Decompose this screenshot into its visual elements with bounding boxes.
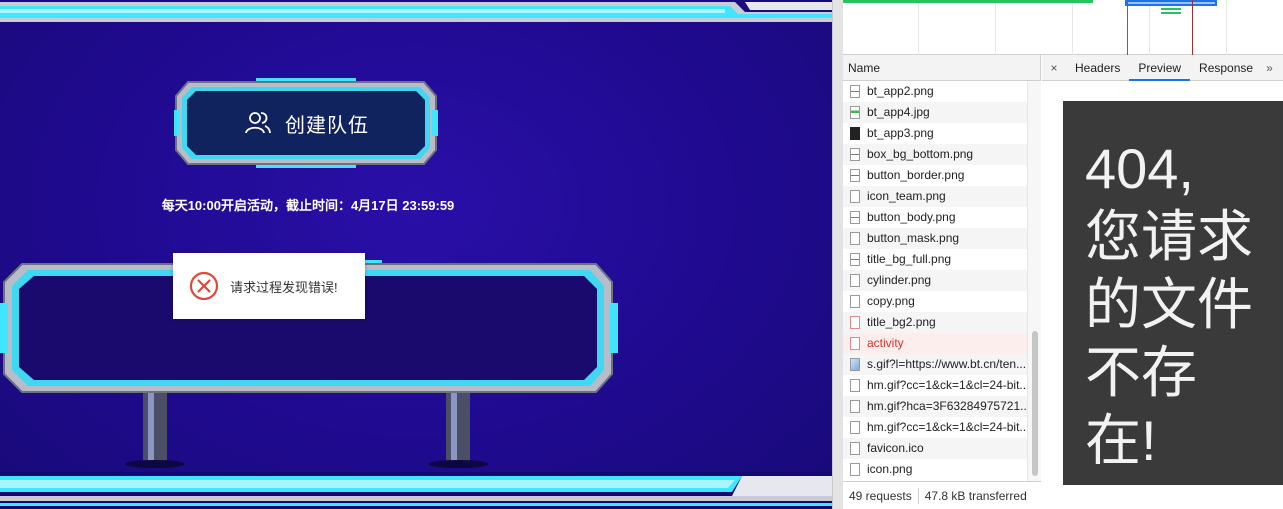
error-circle-icon bbox=[189, 271, 219, 301]
file-icon bbox=[850, 379, 860, 392]
devtools-panel: Name bt_app2.png bt_app4.jpg bt_app3.pngbo… bbox=[843, 0, 1283, 509]
request-row[interactable]: button_body.png bbox=[843, 207, 1027, 228]
request-name-column: Name bt_app2.png bt_app4.jpg bt_app3.pngbo… bbox=[843, 55, 1041, 509]
activity-time-text: 每天10:00开启活动，截止时间：4月17日 23:59:59 bbox=[161, 198, 455, 213]
timeline-gridline bbox=[918, 0, 919, 55]
dom-content-loaded-line bbox=[1127, 0, 1128, 55]
tab-preview[interactable]: Preview bbox=[1129, 55, 1191, 81]
request-row[interactable]: hm.gif?cc=1&ck=1&cl=24-bit... bbox=[843, 375, 1027, 396]
request-list-scrollbar[interactable] bbox=[1027, 81, 1041, 481]
request-row[interactable]: button_mask.png bbox=[843, 228, 1027, 249]
create-team-label: 创建队伍 bbox=[285, 114, 369, 137]
timeline-tick bbox=[1161, 12, 1181, 14]
file-icon bbox=[850, 253, 860, 266]
request-name: cylinder.png bbox=[867, 273, 932, 287]
error-toast: 请求过程发现错误! bbox=[173, 253, 365, 319]
file-icon bbox=[850, 85, 860, 98]
request-row[interactable]: cylinder.png bbox=[843, 270, 1027, 291]
network-status-bar: 49 requests 47.8 kB transferred bbox=[843, 481, 1041, 509]
request-name: activity bbox=[867, 336, 904, 350]
timeline-tick bbox=[1161, 8, 1181, 10]
detail-tabs: × Headers Preview Response » bbox=[1042, 55, 1283, 81]
tab-headers[interactable]: Headers bbox=[1066, 55, 1129, 81]
request-row[interactable]: icon_team.png bbox=[843, 186, 1027, 207]
request-name: hm.gif?cc=1&ck=1&cl=24-bit... bbox=[867, 378, 1027, 392]
preview-content: 404, 您请求的文件不存在! bbox=[1063, 101, 1283, 485]
request-row[interactable]: icon.png bbox=[843, 459, 1027, 480]
request-row[interactable]: copy.png bbox=[843, 291, 1027, 312]
tab-response[interactable]: Response bbox=[1190, 55, 1262, 81]
preview-text: 404, 您请求的文件不存在! bbox=[1085, 137, 1253, 472]
request-row[interactable]: hm.gif?cc=1&ck=1&cl=24-bit... bbox=[843, 417, 1027, 438]
request-row[interactable]: bt_app4.jpg bbox=[843, 102, 1027, 123]
error-toast-message: 请求过程发现错误! bbox=[230, 279, 338, 295]
file-icon bbox=[850, 337, 860, 350]
more-tabs-icon[interactable]: » bbox=[1262, 61, 1273, 75]
load-event-line bbox=[1192, 0, 1193, 55]
file-icon bbox=[850, 148, 860, 161]
file-icon bbox=[850, 421, 860, 434]
file-icon bbox=[850, 463, 860, 476]
request-name: icon_team.png bbox=[867, 189, 946, 203]
request-row[interactable]: button_border.png bbox=[843, 165, 1027, 186]
file-icon bbox=[850, 211, 860, 224]
request-row[interactable]: bt_app3.png bbox=[843, 123, 1027, 144]
request-name: hm.gif?hca=3F63284975721... bbox=[867, 399, 1027, 413]
request-name: bt_app2.png bbox=[867, 84, 934, 98]
file-icon bbox=[850, 316, 860, 329]
transferred-size: 47.8 kB transferred bbox=[924, 488, 1027, 503]
timeline-gridline bbox=[1149, 0, 1150, 55]
file-icon bbox=[850, 169, 860, 182]
request-name: bt_app3.png bbox=[867, 126, 934, 140]
request-row[interactable]: title_bg2.png bbox=[843, 312, 1027, 333]
close-detail-icon[interactable]: × bbox=[1042, 61, 1066, 75]
file-icon bbox=[850, 295, 860, 308]
request-row[interactable]: favicon.ico bbox=[843, 438, 1027, 459]
file-icon bbox=[850, 127, 860, 140]
file-icon bbox=[850, 442, 860, 455]
request-row[interactable]: bt_app2.png bbox=[843, 81, 1027, 102]
network-timeline[interactable] bbox=[843, 0, 1283, 55]
request-name: favicon.ico bbox=[867, 441, 924, 455]
request-name: button_mask.png bbox=[867, 231, 960, 245]
bottom-frame-strip bbox=[0, 472, 832, 509]
devtools-splitter[interactable] bbox=[832, 0, 843, 509]
create-team-button[interactable]: 创建队伍 bbox=[174, 78, 438, 168]
timeline-green-bar bbox=[843, 0, 1093, 3]
request-detail-pane: × Headers Preview Response » 404, 您请求的文件… bbox=[1042, 55, 1283, 509]
request-name: button_body.png bbox=[867, 210, 956, 224]
request-row[interactable]: activity bbox=[843, 333, 1027, 354]
top-frame-strip bbox=[0, 0, 832, 22]
timeline-blue-bar bbox=[1125, 0, 1217, 6]
request-row[interactable]: title_bg_full.png bbox=[843, 249, 1027, 270]
request-name: box_bg_bottom.png bbox=[867, 147, 974, 161]
request-count: 49 requests bbox=[849, 488, 912, 503]
request-row[interactable]: s.gif?l=https://www.bt.cn/ten... bbox=[843, 354, 1027, 375]
file-icon bbox=[850, 400, 860, 413]
file-icon bbox=[850, 274, 860, 287]
file-icon bbox=[850, 106, 860, 119]
name-column-header[interactable]: Name bbox=[843, 55, 1040, 81]
timeline-gridline bbox=[995, 0, 996, 55]
timeline-gridline bbox=[1072, 0, 1073, 55]
game-page: 创建队伍 每天10:00开启活动，截止时间：4月17日 23:59:59 请求过… bbox=[0, 0, 832, 509]
request-name: title_bg_full.png bbox=[867, 252, 952, 266]
request-name: copy.png bbox=[867, 294, 915, 308]
timeline-gridline bbox=[1226, 0, 1227, 55]
request-list[interactable]: bt_app2.png bt_app4.jpg bt_app3.png box_bg_… bbox=[843, 81, 1027, 481]
request-name: title_bg2.png bbox=[867, 315, 936, 329]
request-name: icon.png bbox=[867, 462, 913, 476]
file-icon bbox=[850, 190, 860, 203]
team-users-icon bbox=[245, 112, 271, 134]
request-name: bt_app4.jpg bbox=[867, 105, 930, 119]
request-name: button_border.png bbox=[867, 168, 965, 182]
request-row[interactable]: box_bg_bottom.png bbox=[843, 144, 1027, 165]
scrollbar-thumb[interactable] bbox=[1032, 331, 1038, 476]
file-icon bbox=[850, 358, 860, 371]
request-name: hm.gif?cc=1&ck=1&cl=24-bit... bbox=[867, 420, 1027, 434]
request-name: s.gif?l=https://www.bt.cn/ten... bbox=[867, 357, 1027, 371]
request-row[interactable]: hm.gif?hca=3F63284975721... bbox=[843, 396, 1027, 417]
file-icon bbox=[850, 232, 860, 245]
